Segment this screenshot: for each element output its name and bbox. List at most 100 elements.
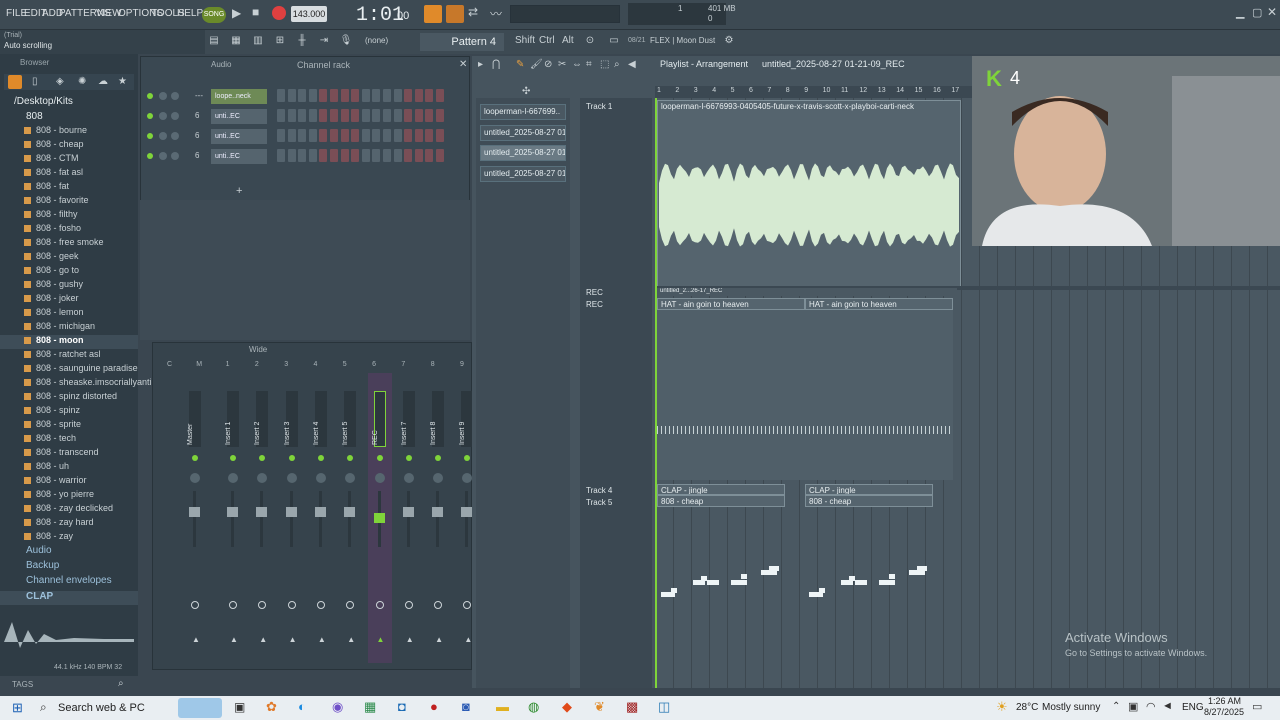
playhead[interactable] <box>655 98 657 688</box>
countdown-icon[interactable] <box>446 5 464 23</box>
mixer-strip[interactable]: Insert 3 ▲ <box>280 373 304 663</box>
chrome-icon[interactable]: ◍ <box>528 699 539 715</box>
browser-item[interactable]: 808 - fosho <box>0 223 138 237</box>
folder-channel-envelopes[interactable]: Channel envelopes <box>0 575 138 589</box>
fx-send-knob[interactable] <box>287 601 296 609</box>
step-button[interactable] <box>308 149 317 162</box>
playlist-magnet-icon[interactable]: ⋂ <box>492 57 500 73</box>
fx-send-knob[interactable] <box>375 601 384 609</box>
step-button[interactable] <box>372 129 381 142</box>
fader-handle[interactable] <box>344 507 356 517</box>
browser-item[interactable]: 808 - filthy <box>0 209 138 223</box>
step-button[interactable] <box>298 109 307 122</box>
step-button[interactable] <box>383 149 391 162</box>
close-icon[interactable]: ✕ <box>1267 5 1277 19</box>
fader-handle[interactable] <box>256 507 268 517</box>
browser-item[interactable]: 808 - geek <box>0 251 138 265</box>
calculator-icon[interactable]: ▦ <box>364 699 376 715</box>
tempo-display[interactable]: 143.000 <box>291 6 327 22</box>
slip-icon[interactable]: ⇔ <box>572 57 582 73</box>
plugin-picker-icon[interactable]: ⇥ <box>315 33 333 49</box>
channel-name-button[interactable]: unti..EC <box>211 129 267 144</box>
strip-led[interactable] <box>259 455 266 461</box>
channel-rack-close-icon[interactable]: ✕ <box>459 59 467 70</box>
channel-rack-icon[interactable]: ▥ <box>249 33 267 49</box>
track-name[interactable]: REC <box>586 300 603 309</box>
file-explorer-icon[interactable]: ▬ <box>496 699 509 714</box>
fader-handle[interactable] <box>285 507 297 517</box>
clip-clap-2[interactable]: CLAP - jingle <box>805 484 933 495</box>
clip-hat-1[interactable]: HAT - ain goin to heaven <box>657 298 805 310</box>
browser-cloud-icon[interactable]: ☁ <box>98 74 108 90</box>
pattern-item[interactable]: looperman-l-667699.. <box>480 104 566 120</box>
channel-name-button[interactable]: unti..EC <box>211 149 267 164</box>
tray-app-icon[interactable]: ▣ <box>1128 700 1138 713</box>
browser-item[interactable]: 808 - spinz <box>0 405 138 419</box>
channel-pan-knob[interactable] <box>159 112 167 120</box>
play-icon[interactable]: ▶ <box>232 6 241 20</box>
browser-item[interactable]: 808 - michigan <box>0 321 138 335</box>
pan-knob[interactable] <box>374 473 385 483</box>
step-button[interactable] <box>308 109 317 122</box>
track-name[interactable]: Track 5 <box>586 498 612 507</box>
mixer-strip[interactable]: Insert 1 ▲ <box>221 373 245 663</box>
step-button[interactable] <box>319 149 328 162</box>
paint-icon[interactable]: 🖌 <box>530 57 543 73</box>
track-name[interactable]: Track 1 <box>586 102 612 111</box>
strip-led[interactable] <box>230 455 236 461</box>
browser-item[interactable]: 808 - bourne <box>0 125 138 139</box>
wave-icon[interactable]: 〰 <box>490 5 502 22</box>
pattern-item[interactable]: untitled_2025-08-27 01-.. <box>480 145 566 161</box>
channel-mute-led[interactable] <box>147 113 153 119</box>
route-arrow-icon[interactable]: ▲ <box>406 635 414 644</box>
step-button[interactable] <box>414 149 423 162</box>
clip-808-2[interactable]: 808 - cheap <box>805 495 933 507</box>
step-button[interactable] <box>330 149 338 162</box>
weather-temp[interactable]: 28°C <box>1016 702 1038 713</box>
browser-star-icon[interactable]: ★ <box>118 74 127 90</box>
mixer-strip[interactable]: Insert 2 ▲ <box>250 373 274 663</box>
route-arrow-icon[interactable]: ▲ <box>435 635 443 644</box>
outlook-icon[interactable]: ◘ <box>398 699 406 714</box>
app-blue-icon[interactable]: ◙ <box>462 699 470 714</box>
step-button[interactable] <box>287 109 296 122</box>
clip-rec-label[interactable]: untitled_2...26-17_REC <box>657 288 957 296</box>
mixer-strip[interactable]: Master ▲ <box>183 373 207 663</box>
step-button[interactable] <box>372 89 381 102</box>
task-view-icon[interactable]: ▣ <box>234 700 245 714</box>
edge-icon[interactable]: ◐ <box>298 699 306 714</box>
folder-backup[interactable]: Backup <box>0 560 138 574</box>
pan-knob[interactable] <box>286 473 297 483</box>
browser-plugins-icon[interactable]: ◈ <box>56 74 64 90</box>
step-button[interactable] <box>414 89 423 102</box>
search-icon[interactable]: ⌕ <box>40 700 47 715</box>
pattern-item[interactable]: untitled_2025-08-27 01-.. <box>480 165 566 182</box>
step-button[interactable] <box>393 109 402 122</box>
strip-led[interactable] <box>376 455 383 461</box>
fx-send-knob[interactable] <box>258 601 267 609</box>
step-button[interactable] <box>404 89 413 102</box>
browser-item[interactable]: 808 - ratchet asl <box>0 349 138 363</box>
menu-help[interactable]: HELP <box>177 8 203 19</box>
step-button[interactable] <box>298 129 307 142</box>
piano-icon[interactable]: ▭ <box>605 33 623 49</box>
step-button[interactable] <box>298 89 307 102</box>
browser-item[interactable]: 808 - tech <box>0 433 138 447</box>
mute-icon[interactable]: ✂ <box>558 57 566 73</box>
ctrl-key[interactable]: Ctrl <box>539 35 555 46</box>
browser-item[interactable]: 808 - spinz distorted <box>0 391 138 405</box>
none-label[interactable]: (none) <box>365 36 388 45</box>
step-button[interactable] <box>351 109 360 122</box>
channel-mute-led[interactable] <box>147 93 153 99</box>
browser-item[interactable]: 808 - free smoke <box>0 237 138 251</box>
step-button[interactable] <box>436 129 444 142</box>
pan-knob[interactable] <box>315 473 326 483</box>
step-button[interactable] <box>277 129 285 142</box>
track-name[interactable]: Track 4 <box>586 486 612 495</box>
step-button[interactable] <box>436 149 444 162</box>
step-button[interactable] <box>414 109 423 122</box>
step-button[interactable] <box>393 89 402 102</box>
step-button[interactable] <box>319 89 328 102</box>
step-button[interactable] <box>436 109 444 122</box>
browser-item[interactable]: 808 - moon <box>0 335 138 349</box>
